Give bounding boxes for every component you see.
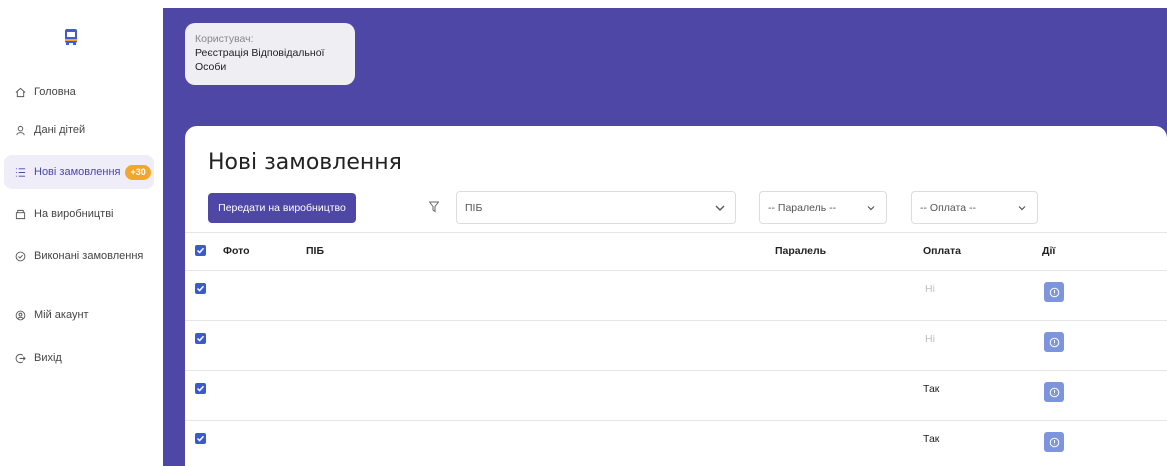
cell-oplata: Так	[923, 433, 940, 445]
filter-icon	[428, 201, 440, 213]
user-name: Реєстрація Відповідальної Особи	[195, 47, 325, 73]
send-to-production-button[interactable]: Передати на виробництво	[208, 193, 356, 223]
sidebar-item-label: Вихід	[34, 352, 62, 364]
sidebar-item-completed-orders[interactable]: Виконані замовлення	[4, 239, 154, 273]
logout-icon	[14, 352, 26, 364]
app-root: Головна Дані дітей Нові замовлення +30 Н…	[0, 0, 1167, 466]
cell-oplata: Ні	[925, 283, 935, 295]
row-checkbox[interactable]	[195, 283, 206, 294]
check-circle-icon	[14, 250, 26, 262]
bus-icon[interactable]	[64, 28, 78, 46]
info-icon	[1049, 337, 1059, 347]
row-checkbox[interactable]	[195, 433, 206, 444]
sidebar-item-label: Дані дітей	[34, 124, 86, 136]
table-row: Ні	[185, 320, 1167, 370]
row-checkbox[interactable]	[195, 383, 206, 394]
chevron-down-icon	[1018, 206, 1026, 211]
cell-oplata: Так	[923, 383, 940, 395]
table-row: Так	[185, 420, 1167, 466]
oplata-filter-value: -- Оплата --	[920, 201, 976, 214]
table-header-row: Фото ПІБ Паралель Оплата Дії	[185, 232, 1167, 270]
sidebar-item-label: Виконані замовлення	[34, 250, 144, 262]
user-icon	[14, 124, 26, 136]
orders-table: Фото ПІБ Паралель Оплата Дії Ні Ні Так Т…	[185, 232, 1167, 466]
user-label: Користувач:	[195, 33, 254, 45]
orders-panel: Нові замовлення Передати на виробництво …	[185, 126, 1167, 466]
list-icon	[14, 166, 26, 178]
row-checkbox[interactable]	[195, 333, 206, 344]
sidebar-item-home[interactable]: Головна	[4, 75, 154, 109]
oplata-filter-select[interactable]: -- Оплата --	[911, 191, 1038, 224]
header-pib: ПІБ	[306, 245, 325, 257]
info-icon	[1049, 387, 1059, 397]
select-all-checkbox[interactable]	[195, 245, 206, 256]
sidebar-item-label: Нові замовлення	[34, 166, 121, 178]
table-row: Так	[185, 370, 1167, 420]
info-action-button[interactable]	[1044, 432, 1064, 452]
info-action-button[interactable]	[1044, 282, 1064, 302]
cell-oplata: Ні	[925, 333, 935, 345]
pib-filter-value: ПІБ	[465, 201, 483, 214]
header-oplata: Оплата	[923, 245, 962, 257]
chevron-down-icon	[867, 206, 875, 211]
info-icon	[1049, 437, 1059, 447]
sidebar-item-in-production[interactable]: На виробництві	[4, 197, 154, 231]
sidebar-item-label: Головна	[34, 86, 76, 98]
table-row: Ні	[185, 270, 1167, 320]
pib-filter-select[interactable]: ПІБ	[456, 191, 736, 224]
sidebar-item-my-account[interactable]: Мій акаунт	[4, 298, 154, 332]
box-icon	[14, 208, 26, 220]
info-action-button[interactable]	[1044, 382, 1064, 402]
paralel-filter-value: -- Паралель --	[768, 201, 837, 214]
info-action-button[interactable]	[1044, 332, 1064, 352]
home-icon	[14, 86, 26, 98]
chevron-down-icon	[715, 205, 725, 211]
sidebar-item-children-data[interactable]: Дані дітей	[4, 113, 154, 147]
header-paralel: Паралель	[775, 245, 827, 257]
main-area: Користувач: Реєстрація Відповідальної Ос…	[163, 8, 1167, 466]
header-photo: Фото	[223, 245, 250, 257]
info-icon	[1049, 287, 1059, 297]
sidebar-item-label: Мій акаунт	[34, 309, 89, 321]
user-card: Користувач: Реєстрація Відповідальної Ос…	[185, 23, 355, 85]
header-actions: Дії	[1042, 245, 1056, 257]
account-icon	[14, 309, 26, 321]
sidebar-item-label: На виробництві	[34, 208, 114, 220]
paralel-filter-select[interactable]: -- Паралель --	[759, 191, 887, 224]
sidebar: Головна Дані дітей Нові замовлення +30 Н…	[0, 0, 163, 466]
page-title: Нові замовлення	[208, 150, 402, 175]
sidebar-item-logout[interactable]: Вихід	[4, 341, 154, 375]
sidebar-item-new-orders[interactable]: Нові замовлення +30	[4, 155, 154, 189]
count-badge: +30	[125, 164, 151, 180]
